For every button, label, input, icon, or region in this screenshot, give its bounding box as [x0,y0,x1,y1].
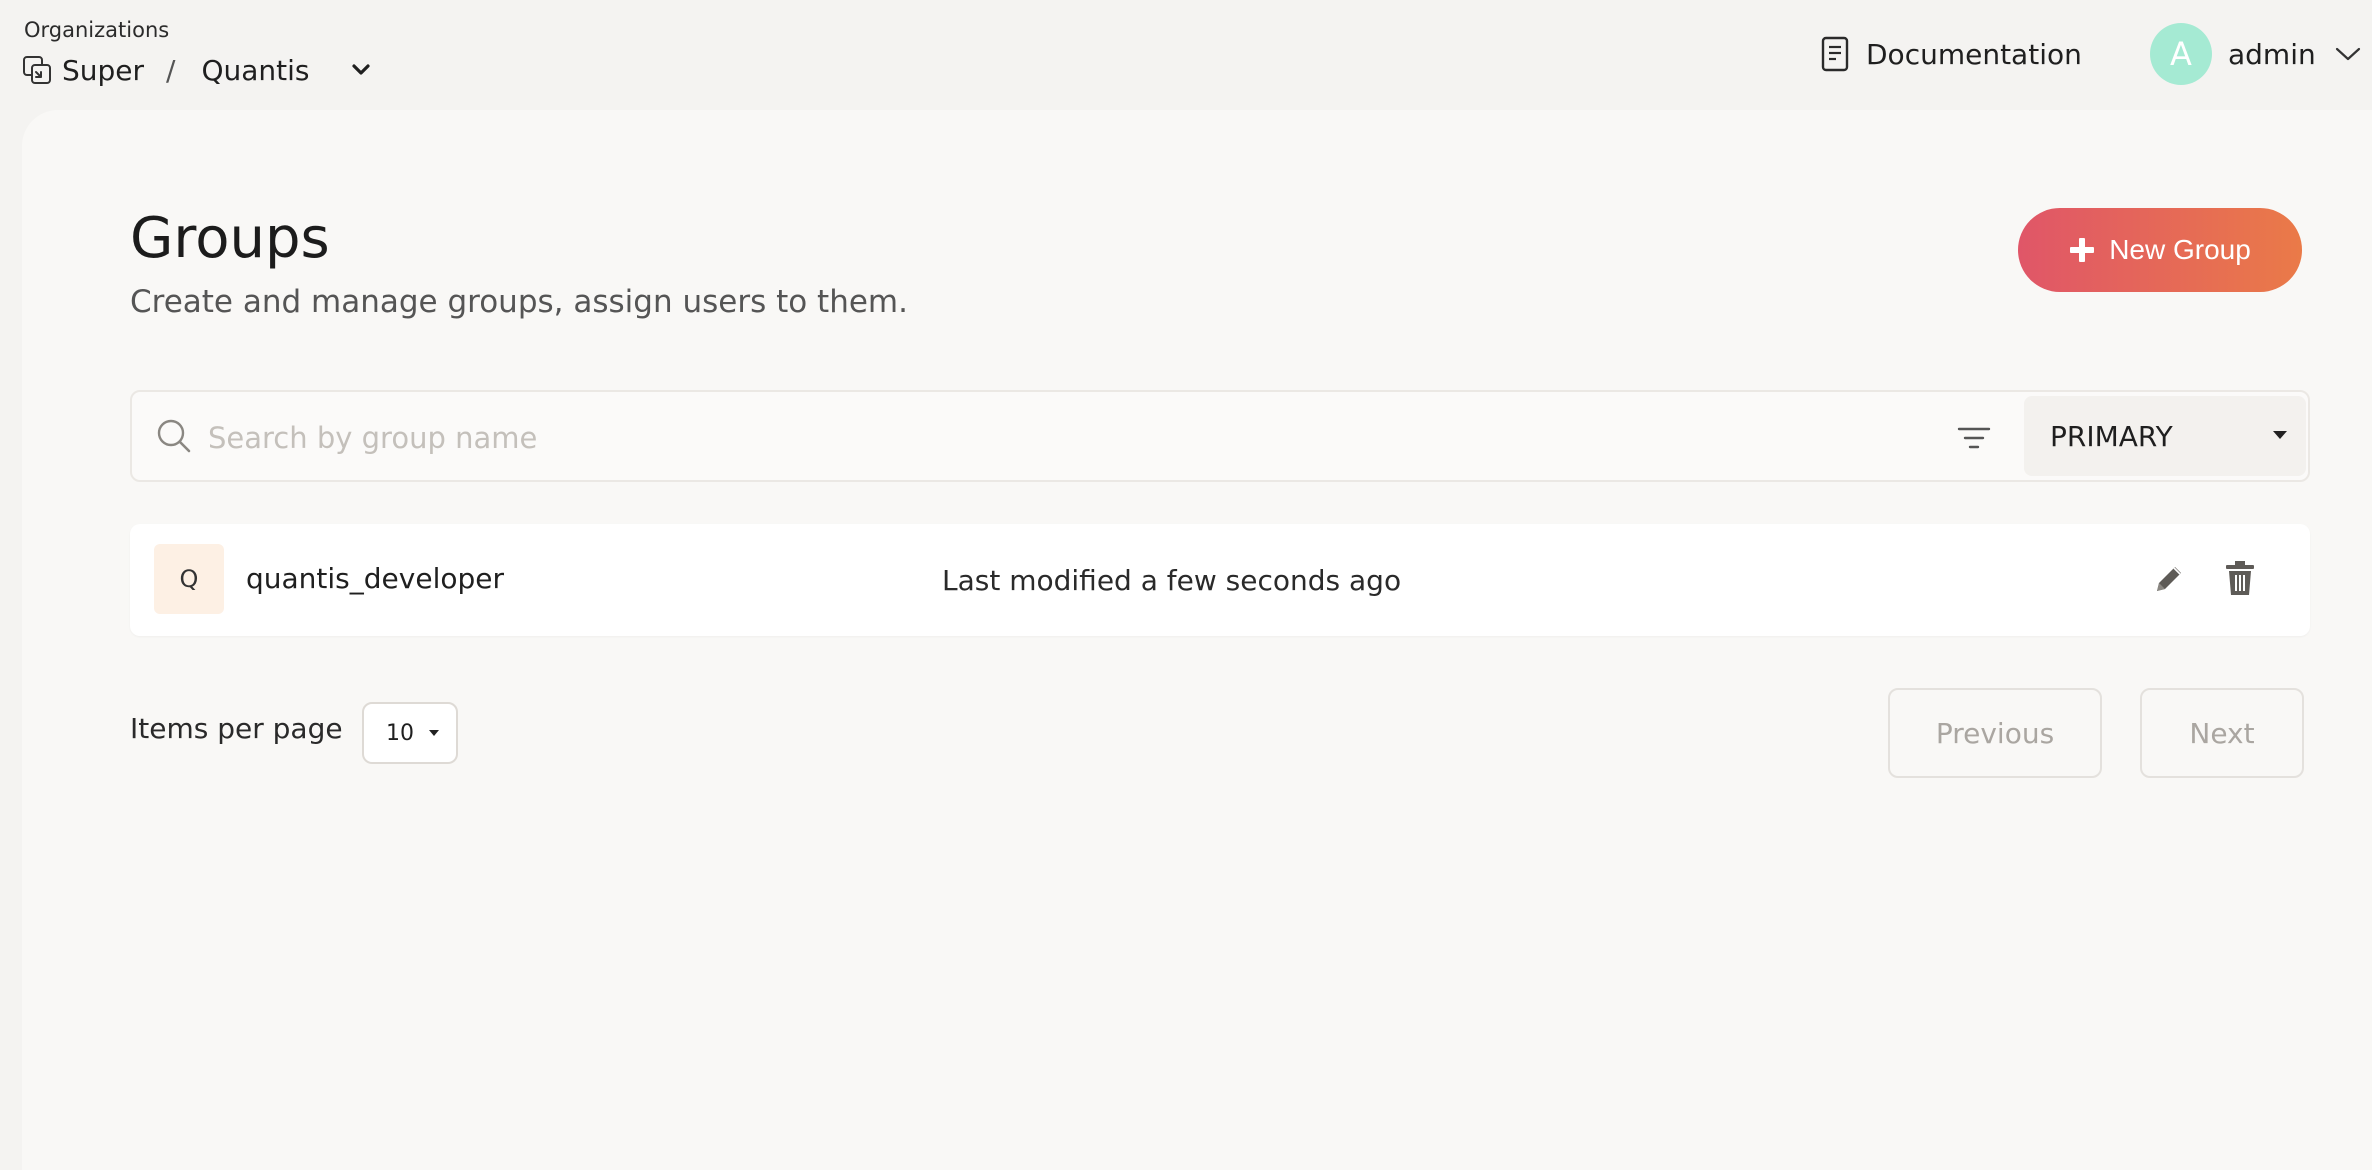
organizations-label: Organizations [24,18,170,42]
breadcrumb-separator: / [166,53,176,87]
organization-breadcrumb: Super / Quantis [22,50,372,90]
search-input[interactable] [208,410,1708,466]
items-per-page-value: 10 [386,720,414,746]
user-name: admin [2228,37,2316,71]
top-bar: Organizations Super / Quantis Documentat… [0,0,2372,110]
main-panel: Groups Create and manage groups, assign … [22,110,2372,1170]
org-dropdown-chevron-down-icon[interactable] [350,59,372,81]
items-per-page-select[interactable]: 10 [362,702,458,764]
search-bar: PRIMARY [130,390,2310,482]
group-modified-text: Last modified a few seconds ago [942,564,1402,597]
new-group-label: New Group [2109,234,2251,265]
user-menu[interactable]: A admin [2150,22,2362,86]
documentation-link[interactable]: Documentation [1820,34,2082,74]
search-icon [157,419,191,453]
filter-icon[interactable] [1956,420,1992,456]
trash-icon[interactable] [2224,560,2256,596]
new-group-button[interactable]: New Group [2018,208,2302,292]
user-store-value: PRIMARY [2050,419,2173,453]
page-subtitle: Create and manage groups, assign users t… [130,284,908,320]
plus-icon [2070,238,2095,262]
group-name[interactable]: quantis_developer [246,562,504,595]
previous-page-button[interactable]: Previous [1888,688,2102,778]
avatar: A [2150,23,2212,85]
items-per-page-label: Items per page [130,712,343,745]
documentation-label: Documentation [1866,37,2082,71]
org-switch-icon [22,55,52,85]
org-current-name[interactable]: Quantis [201,54,309,87]
org-root-link[interactable]: Super [62,54,144,87]
document-icon [1821,36,1849,72]
chevron-down-icon [2335,47,2360,61]
user-store-select[interactable]: PRIMARY [2024,396,2306,476]
caret-down-icon [2273,431,2287,439]
pencil-icon[interactable] [2152,562,2186,596]
list-item[interactable]: Q quantis_developer Last modified a few … [130,524,2310,636]
next-page-button[interactable]: Next [2140,688,2304,778]
group-avatar: Q [154,544,224,614]
page-title: Groups [130,206,330,271]
caret-down-icon [429,730,439,736]
